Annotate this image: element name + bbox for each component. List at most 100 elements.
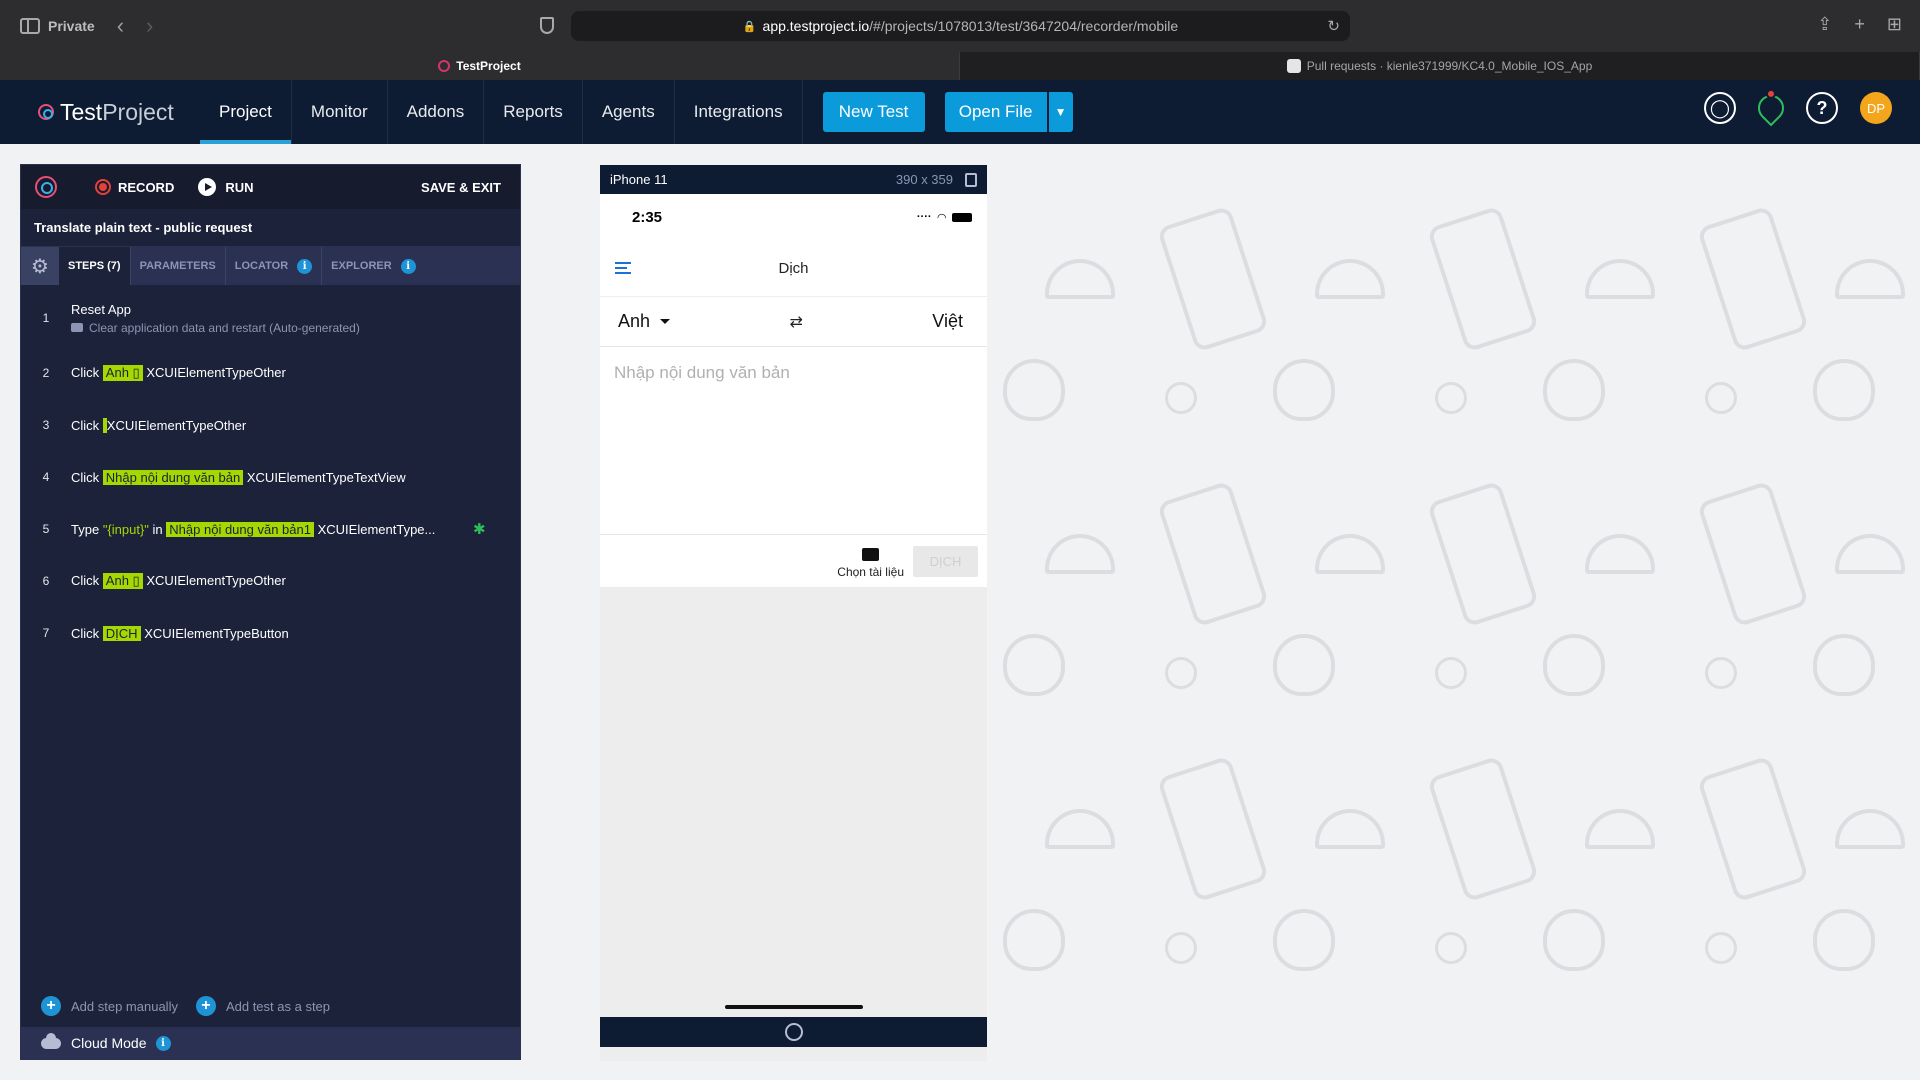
android-pattern-icon xyxy=(1585,809,1655,849)
plus-icon: + xyxy=(195,996,216,1016)
url-path: /#/projects/1078013/test/3647204/recorde… xyxy=(869,18,1179,34)
apple-pattern-icon xyxy=(1813,359,1875,421)
step-target: DỊCH xyxy=(102,625,141,641)
info-icon[interactable]: i xyxy=(297,258,313,274)
step-number: 1 xyxy=(42,311,50,325)
hamburger-menu-icon[interactable] xyxy=(615,262,631,274)
open-file-dropdown-icon[interactable]: ▼ xyxy=(1048,92,1073,132)
apple-small-pattern-icon xyxy=(1435,382,1467,414)
step-comment-text: Clear application data and restart (Auto… xyxy=(89,320,360,335)
step-action: Click xyxy=(71,573,100,588)
settings-gear-icon[interactable]: ⚙ xyxy=(21,247,59,285)
notification-dot-icon xyxy=(1763,86,1779,101)
info-icon[interactable]: i xyxy=(155,1035,171,1051)
save-exit-button[interactable]: SAVE & EXIT xyxy=(421,180,501,195)
tab-steps[interactable]: STEPS (7) xyxy=(59,247,131,285)
choose-document-label: Chọn tài liệu xyxy=(837,564,904,579)
nav-project[interactable]: Project xyxy=(200,80,292,144)
testproject-logo[interactable]: Test Project xyxy=(38,99,198,126)
avatar[interactable]: DP xyxy=(1860,92,1892,124)
step-target: Nhập nội dung văn bản xyxy=(102,469,244,485)
step-row[interactable]: 2 Click Anh ▯ XCUIElementTypeOther xyxy=(21,347,520,399)
lock-icon: 🔒 xyxy=(742,20,757,33)
apple-pattern-icon xyxy=(1543,909,1605,971)
browser-tabs: TestProject Pull requests · kienle371999… xyxy=(0,52,1920,80)
browser-toolbar: Private ‹ › 🔒 app.testproject.io /#/proj… xyxy=(0,0,1920,52)
swap-languages-icon[interactable]: ⇄ xyxy=(789,312,812,332)
step-element: XCUIElementTypeOther xyxy=(106,417,247,433)
translate-action-row: Chọn tài liệu DỊCH xyxy=(600,535,987,587)
add-test-as-step-button[interactable]: + Add test as a step xyxy=(195,996,330,1016)
ios-status-bar: 2:35 ···· ◠ xyxy=(600,194,987,240)
back-icon[interactable]: ‹ xyxy=(117,15,124,37)
phone-pattern-icon xyxy=(1156,480,1270,628)
test-title: Translate plain text - public request xyxy=(21,209,520,247)
browser-tab-testproject[interactable]: TestProject xyxy=(0,52,960,80)
translate-button[interactable]: DỊCH xyxy=(913,545,978,577)
testproject-favicon-icon xyxy=(438,60,451,72)
step-row[interactable]: 5 Type "{input}" in Nhập nội dung văn bả… xyxy=(21,503,520,555)
step-row[interactable]: 6 Click Anh ▯ XCUIElementTypeOther xyxy=(21,555,520,607)
rotate-device-icon[interactable] xyxy=(965,172,977,187)
nav-addons[interactable]: Addons xyxy=(388,80,485,144)
android-pattern-icon xyxy=(1045,259,1115,299)
nav-monitor[interactable]: Monitor xyxy=(292,80,388,144)
nav-integrations[interactable]: Integrations xyxy=(675,80,803,144)
privacy-shield-icon[interactable] xyxy=(540,17,554,34)
apple-pattern-icon xyxy=(1543,634,1605,696)
sidebar-toggle-icon[interactable] xyxy=(20,18,40,34)
step-element: XCUIElementTypeButton xyxy=(144,625,289,641)
new-test-button[interactable]: New Test xyxy=(822,92,925,132)
step-number: 5 xyxy=(42,522,50,536)
addon-puzzle-icon: ✱ xyxy=(473,521,486,538)
help-icon[interactable]: ? xyxy=(1806,92,1838,124)
android-pattern-icon xyxy=(1315,809,1385,849)
step-element: XCUIElementType... xyxy=(317,521,436,537)
add-step-manually-label: Add step manually xyxy=(71,998,178,1014)
forward-icon[interactable]: › xyxy=(146,15,153,37)
step-input-value: "{input}" xyxy=(102,521,149,537)
logo-text-test: Test xyxy=(60,98,103,125)
tab-parameters[interactable]: PARAMETERS xyxy=(131,247,226,285)
new-tab-icon[interactable]: + xyxy=(1854,14,1865,35)
step-row[interactable]: 1 Reset App Clear application data and r… xyxy=(21,289,520,347)
open-file-button[interactable]: Open File xyxy=(944,92,1047,132)
apple-small-pattern-icon xyxy=(1705,382,1737,414)
step-row[interactable]: 3 Click XCUIElementTypeOther xyxy=(21,399,520,451)
tab-explorer[interactable]: EXPLORER i xyxy=(322,247,425,285)
apple-small-pattern-icon xyxy=(1705,657,1737,689)
nav-agents[interactable]: Agents xyxy=(583,80,675,144)
user-profile-icon[interactable]: ◯ xyxy=(1704,92,1736,124)
share-icon[interactable]: ⇪ xyxy=(1817,14,1832,35)
tab-overview-icon[interactable]: ⊞ xyxy=(1887,14,1902,35)
device-header: iPhone 11 390 x 359 xyxy=(600,165,987,194)
record-button[interactable]: RECORD xyxy=(95,179,174,195)
run-button[interactable]: RUN xyxy=(198,178,254,196)
phone-pattern-icon xyxy=(1696,205,1810,353)
url-host: app.testproject.io xyxy=(762,18,870,34)
choose-document-button[interactable]: Chọn tài liệu xyxy=(837,547,904,579)
browser-tab-github[interactable]: Pull requests · kienle371999/KC4.0_Mobil… xyxy=(960,52,1920,80)
target-language-label[interactable]: Việt xyxy=(932,311,963,332)
step-row[interactable]: 4 Click Nhập nội dung văn bản XCUIElemen… xyxy=(21,451,520,503)
play-icon xyxy=(198,178,217,196)
nav-reports[interactable]: Reports xyxy=(484,80,583,144)
step-target: Nhập nội dung văn bản1 xyxy=(166,521,314,537)
phone-pattern-icon xyxy=(1426,205,1540,353)
source-text-input[interactable]: Nhập nội dung văn bản xyxy=(600,347,987,535)
info-icon[interactable]: i xyxy=(400,258,416,274)
phone-pattern-icon xyxy=(1426,480,1540,628)
step-action: Click xyxy=(71,417,100,433)
step-row[interactable]: 7 Click DỊCH XCUIElementTypeButton xyxy=(21,607,520,659)
apple-small-pattern-icon xyxy=(1435,657,1467,689)
notifications-pin-icon[interactable] xyxy=(1752,86,1790,127)
comment-icon xyxy=(71,323,83,332)
recorder-panel: RECORD RUN SAVE & EXIT Translate plain t… xyxy=(20,164,521,1060)
address-bar[interactable]: 🔒 app.testproject.io /#/projects/1078013… xyxy=(571,11,1350,41)
source-language-dropdown[interactable]: Anh xyxy=(618,311,671,332)
step-action: Click xyxy=(71,625,100,641)
reload-icon[interactable]: ↻ xyxy=(1327,17,1340,35)
add-step-manually-button[interactable]: + Add step manually xyxy=(41,996,178,1016)
home-button-icon[interactable] xyxy=(784,1023,803,1041)
tab-locator[interactable]: LOCATOR i xyxy=(226,247,323,285)
